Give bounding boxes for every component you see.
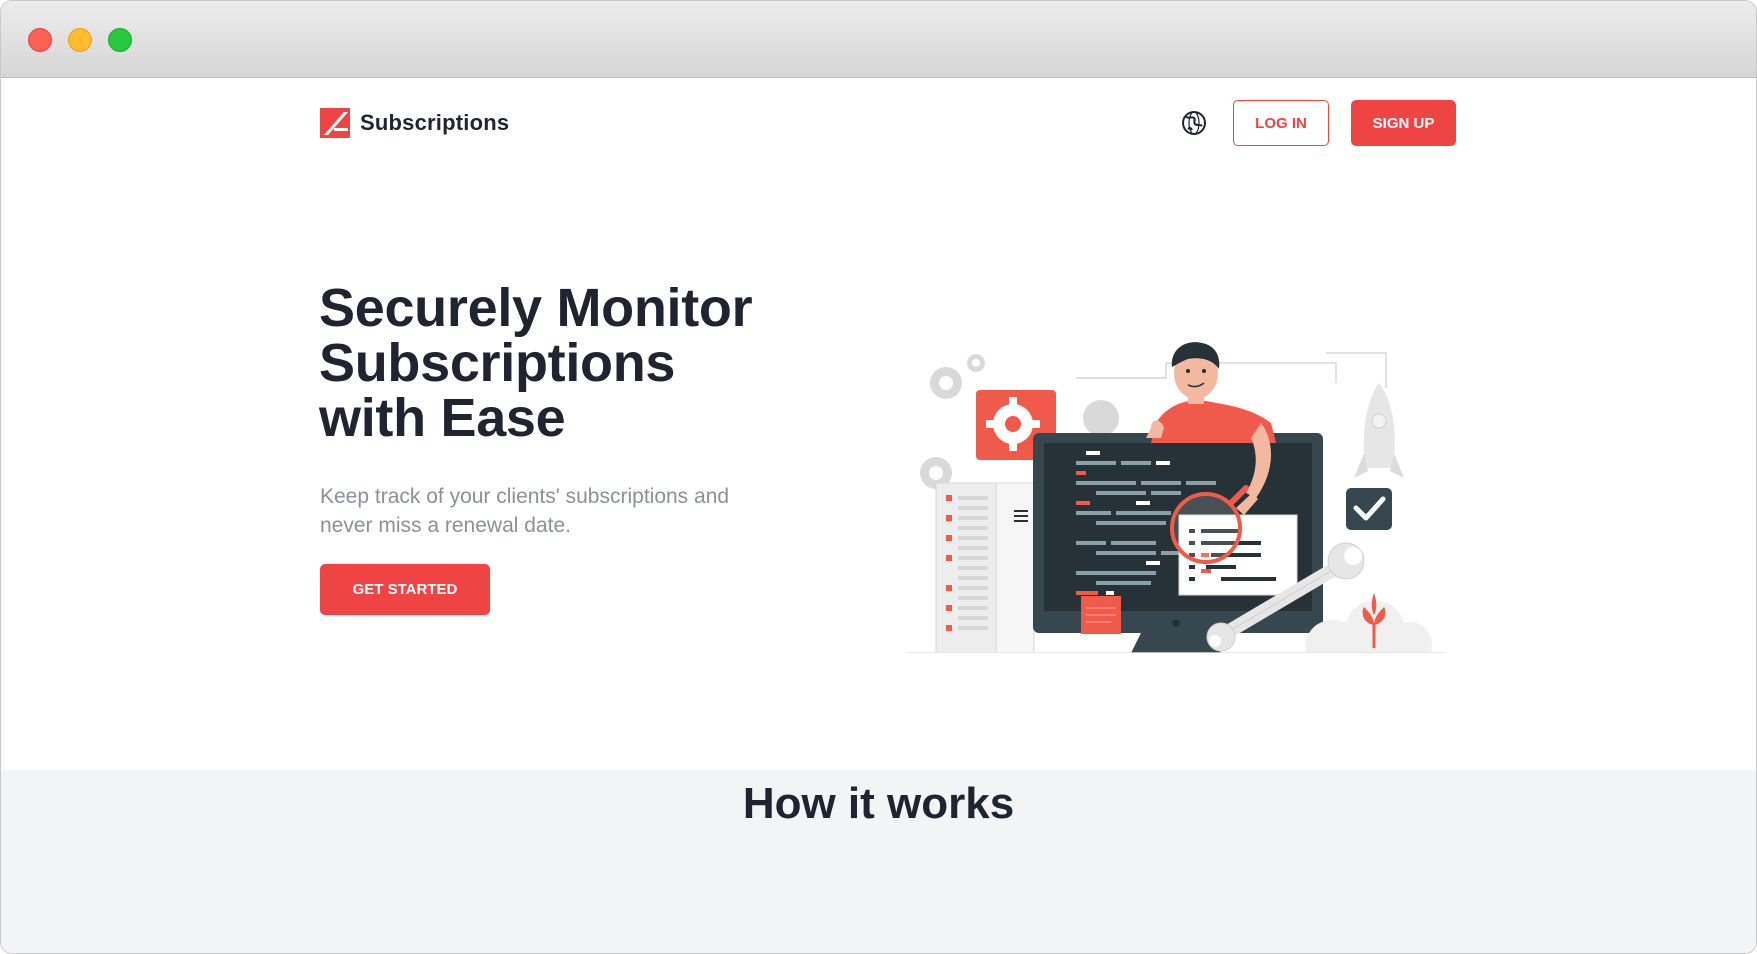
hero-illustration (906, 342, 1446, 653)
minimize-window-button[interactable] (68, 28, 92, 52)
window-titlebar (1, 1, 1756, 78)
brand-link[interactable]: Subscriptions (320, 108, 509, 138)
login-button[interactable]: LOG IN (1233, 100, 1329, 146)
globe-icon[interactable] (1181, 110, 1207, 136)
hero-title-line-2: Subscriptions (319, 333, 676, 393)
hero-title-line-3: with Ease (319, 388, 566, 448)
how-it-works-title: How it works (742, 779, 1015, 828)
close-window-button[interactable] (28, 28, 52, 52)
signup-button[interactable]: SIGN UP (1351, 100, 1456, 146)
brand-name: Subscriptions (360, 110, 510, 135)
maximize-window-button[interactable] (108, 28, 132, 52)
check-badge-icon (1346, 488, 1392, 530)
hero-subtitle: Keep track of your clients' subscription… (320, 485, 730, 537)
top-nav-actions: LOG IN SIGN UP (1181, 100, 1456, 146)
get-started-button[interactable]: GET STARTED (320, 564, 490, 615)
brand-logo-icon (320, 108, 350, 138)
browser-window: Subscriptions LOG IN SIGN UP Securely Mo… (0, 0, 1757, 954)
rocket-icon (1354, 383, 1404, 478)
hero-title-line-1: Securely Monitor (319, 278, 753, 338)
hero-title: Securely Monitor Subscriptions with Ease (319, 281, 839, 446)
server-rack (935, 482, 1035, 653)
